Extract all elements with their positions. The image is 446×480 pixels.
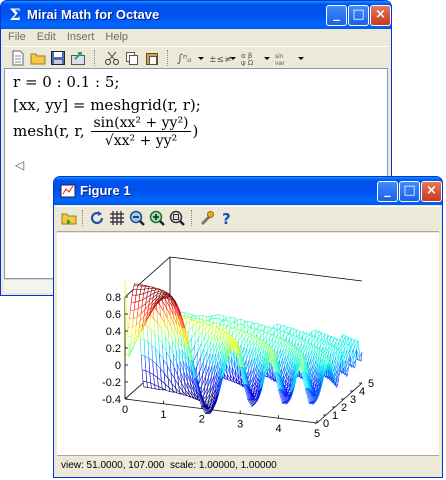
integral-template-icon[interactable]: ∫ⁿₐ — [176, 50, 204, 66]
svg-text:±≤≠: ±≤≠ — [209, 55, 232, 65]
axis-box-edge — [169, 256, 363, 282]
mesh-call-prefix: mesh(r, r, — [13, 122, 85, 140]
toolbar-separator — [94, 50, 97, 66]
fraction: sin(xx² + yy²) √xx² + yy² — [91, 115, 191, 149]
z-tick-label: 0.2 — [106, 343, 121, 355]
fraction-denominator: √xx² + yy² — [104, 133, 178, 149]
minimize-button[interactable]: _ — [377, 181, 398, 202]
y-tick-label: 4 — [359, 386, 365, 398]
toolbar-separator — [191, 210, 194, 226]
menu-bar: File Edit Insert Help — [4, 29, 388, 46]
zoom-out-icon[interactable] — [129, 210, 145, 226]
z-tick-label: 0.6 — [106, 309, 121, 321]
y-tick-label: 2 — [341, 402, 347, 414]
figure-window: Figure 1 _ □ × ? 0 1 2 3 4 5 0 1 2 3 4 5 -0.4 -0.2 0 0.… — [53, 176, 443, 478]
new-file-icon[interactable] — [10, 50, 26, 66]
svg-text:var: var — [275, 60, 285, 66]
export-icon[interactable] — [70, 50, 86, 66]
sigma-icon: Σ — [9, 5, 21, 24]
close-button[interactable]: × — [421, 181, 442, 202]
minimize-button[interactable]: _ — [326, 5, 347, 26]
z-tick-label: 0.8 — [106, 292, 121, 304]
settings-wrench-icon[interactable] — [199, 210, 215, 226]
paste-icon[interactable] — [144, 50, 160, 66]
x-tick-label: 1 — [160, 409, 166, 421]
cut-icon[interactable] — [104, 50, 120, 66]
x-tick-label: 5 — [314, 428, 320, 440]
fraction-numerator: sin(xx² + yy²) — [91, 115, 191, 132]
math-line-1[interactable]: r = 0 : 0.1 : 5; — [13, 73, 119, 91]
x-tick-label: 2 — [199, 414, 205, 426]
editor-toolbar: ∫ⁿₐ ±≤≠ α βψ Ω sin var — [4, 46, 388, 70]
figure-titlebar[interactable]: Figure 1 _ □ × — [54, 177, 442, 205]
math-line-2[interactable]: [xx, yy] = meshgrid(r, r); — [13, 96, 201, 114]
x-tick-label: 3 — [237, 418, 243, 430]
copy-icon[interactable] — [124, 50, 140, 66]
save-icon[interactable] — [50, 50, 66, 66]
figure-title: Figure 1 — [80, 183, 131, 198]
operator-template-icon[interactable]: ±≤≠ — [208, 50, 236, 66]
x-tick-label: 4 — [276, 423, 282, 435]
svg-text:sin: sin — [275, 53, 284, 60]
status-bar: view: 51.0000, 107.000 scale: 1.00000, 1… — [57, 455, 439, 475]
math-line-3[interactable]: mesh(r, r, sin(xx² + yy²) √xx² + yy² ) — [13, 115, 198, 149]
insertion-point-icon: ◁ — [15, 158, 25, 172]
open-folder-icon[interactable] — [61, 210, 77, 226]
toolbar-separator — [82, 210, 85, 226]
figure-toolbar: ? — [57, 206, 439, 232]
close-button[interactable]: × — [370, 5, 391, 26]
help-icon[interactable]: ? — [219, 210, 235, 226]
figure-icon — [60, 184, 76, 198]
z-tick-label: -0.2 — [102, 377, 121, 389]
toolbar-separator — [167, 50, 170, 66]
editor-title: Mirai Math for Octave — [27, 7, 160, 22]
zoom-fit-icon[interactable] — [169, 210, 185, 226]
zoom-in-icon[interactable] — [149, 210, 165, 226]
open-folder-icon[interactable] — [30, 50, 46, 66]
menu-file[interactable]: File — [4, 29, 30, 43]
y-tick-label: 3 — [350, 394, 356, 406]
menu-insert[interactable]: Insert — [63, 29, 99, 43]
z-tick-label: 0.4 — [106, 326, 121, 338]
x-tick-label: 0 — [122, 404, 128, 416]
z-tick-label: -0.4 — [102, 394, 121, 406]
axis-box-edge — [124, 398, 318, 424]
grid-icon[interactable] — [109, 210, 125, 226]
editor-titlebar[interactable]: Σ Mirai Math for Octave _ □ × — [1, 1, 391, 29]
svg-text:ψ Ω: ψ Ω — [241, 59, 254, 66]
maximize-button[interactable]: □ — [399, 181, 420, 202]
function-template-icon[interactable]: sinvar — [274, 50, 304, 66]
surface-plot[interactable]: 0 1 2 3 4 5012345-0.4-0.200.20.40.60.8 — [57, 233, 441, 455]
refresh-icon[interactable] — [89, 210, 105, 226]
menu-help[interactable]: Help — [101, 29, 132, 43]
svg-text:?: ? — [222, 210, 231, 226]
greek-template-icon[interactable]: α βψ Ω — [240, 50, 270, 66]
z-tick-label: 0 — [115, 360, 121, 372]
y-tick-label: 5 — [368, 378, 374, 390]
maximize-button[interactable]: □ — [348, 5, 369, 26]
y-tick-label: 1 — [332, 410, 338, 422]
svg-text:∫ⁿₐ: ∫ⁿₐ — [177, 52, 191, 65]
y-tick-label: 0 — [323, 418, 329, 430]
menu-edit[interactable]: Edit — [33, 29, 60, 43]
mesh-call-suffix: ) — [192, 122, 199, 140]
plot-area[interactable]: 0 1 2 3 4 5 0 1 2 3 4 5 -0.4 -0.2 0 0.2 0.4 0.6 0.8 — [57, 233, 439, 455]
